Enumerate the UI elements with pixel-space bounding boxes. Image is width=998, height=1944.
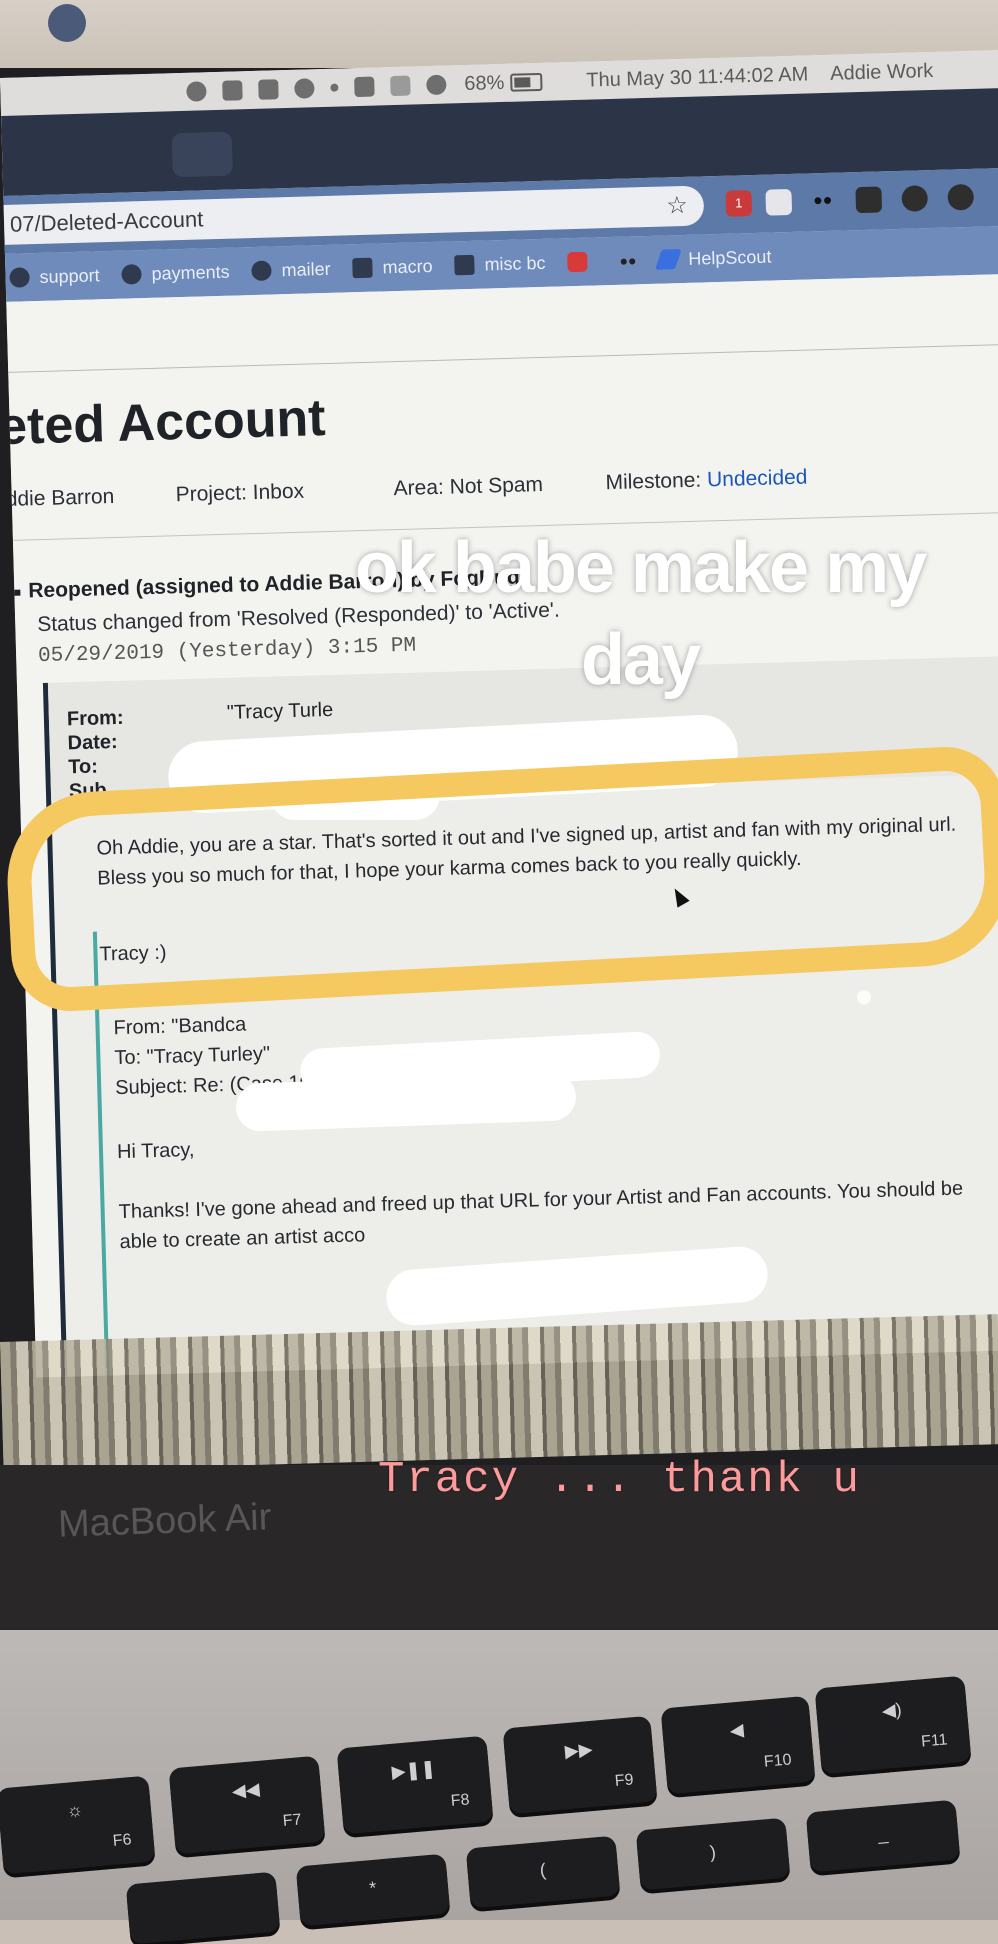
battery-percent[interactable]: 68% [464, 71, 505, 95]
headphones-icon[interactable] [186, 81, 207, 102]
play-pause-icon: ▶❚❚ [390, 1758, 437, 1782]
reply-greeting: Hi Tracy, [116, 1138, 195, 1164]
bookmark-dots[interactable]: ●● [619, 252, 636, 268]
key-f8[interactable]: ▶❚❚ F8 [336, 1735, 494, 1835]
address-bar[interactable]: 07/Deleted-Account ☆ [3, 185, 705, 245]
clock[interactable]: Thu May 30 11:44:02 AM [586, 63, 809, 92]
bookmark-mailer[interactable]: mailer [251, 258, 331, 282]
record-dot-icon[interactable] [330, 83, 339, 92]
story-caption-bottom: Tracy ... thank u [378, 1455, 861, 1505]
globe-icon [121, 264, 142, 285]
quoted-from: From: "Bandca [113, 1013, 247, 1040]
url-text: 07/Deleted-Account [9, 206, 204, 237]
key-9[interactable]: ( [465, 1835, 621, 1909]
key-0[interactable]: ) [635, 1817, 791, 1891]
reply-line: Thanks! I've gone ahead and freed up tha… [118, 1177, 964, 1224]
dots-extension-icon[interactable]: ●● [809, 188, 836, 215]
asterisk-icon: * [368, 1877, 378, 1899]
screen-glare [856, 990, 872, 1005]
globe-icon [251, 260, 272, 282]
user-name[interactable]: Addie Work [830, 59, 934, 85]
tab-favicon[interactable] [171, 131, 233, 178]
divider [8, 342, 998, 373]
case-assignee[interactable]: ddie Barron [5, 485, 114, 512]
extension3-icon[interactable] [901, 185, 929, 212]
globe-icon [9, 267, 30, 288]
bookmark-misc-bc[interactable]: misc bc [454, 252, 546, 276]
paren-icon: ) [708, 1841, 717, 1863]
helpscout-icon [655, 249, 682, 270]
paren-icon: ( [538, 1859, 547, 1881]
date-label: Date: [67, 730, 118, 755]
underscore-icon: _ [876, 1823, 889, 1845]
key-f11[interactable]: ◀) F11 [814, 1675, 972, 1775]
case-milestone[interactable]: Milestone: Undecided [605, 466, 808, 496]
extension-icon[interactable]: 1 [725, 190, 753, 217]
screen-reflection [0, 1314, 998, 1472]
quoted-to: To: "Tracy Turley" [114, 1042, 271, 1070]
command-icon[interactable] [258, 79, 279, 100]
bookmark-support[interactable]: support [9, 265, 100, 289]
red-app-icon [567, 251, 588, 273]
bookmark-star-icon[interactable]: ☆ [666, 186, 689, 227]
extension2-icon[interactable] [855, 186, 883, 214]
bookmark-helpscout[interactable]: HelpScout [655, 246, 772, 270]
reply-line: able to create an artist acco [119, 1224, 366, 1254]
fast-forward-icon: ▶▶ [564, 1738, 594, 1762]
grid-icon[interactable] [354, 76, 375, 98]
key-f9[interactable]: ▶▶ F9 [502, 1715, 658, 1815]
rewind-icon: ◀◀ [231, 1778, 261, 1802]
laptop-screen: 68% Thu May 30 11:44:02 AM Addie Work 07… [0, 50, 998, 1378]
case-project[interactable]: Project: Inbox [175, 480, 304, 508]
volume-down-icon: ◀) [880, 1699, 903, 1721]
wall-decoration [48, 4, 86, 42]
bookmark-macro[interactable]: macro [352, 256, 433, 279]
key-f6[interactable]: ☼ F6 [0, 1775, 156, 1875]
pocket-icon[interactable] [765, 188, 793, 216]
laptop-brand: MacBook Air [57, 1496, 272, 1546]
story-caption-top: ok babe make my day [354, 528, 927, 700]
brightness-icon: ☼ [65, 1799, 84, 1821]
mute-icon: ◀ [728, 1719, 745, 1741]
dots-icon: ●● [619, 252, 637, 269]
shield-icon[interactable] [947, 183, 975, 211]
case-area[interactable]: Area: Not Spam [393, 473, 543, 501]
menu-extras [186, 74, 447, 102]
battery-icon[interactable] [510, 72, 543, 92]
keyboard-deck: ☼ F6 ◀◀ F7 ▶❚❚ F8 ▶▶ F9 ◀ F10 ◀) F11 * ( ) _ [0, 1630, 998, 1944]
bluetooth-icon[interactable] [390, 75, 411, 97]
flag-icon [352, 257, 373, 279]
folder-icon [454, 254, 475, 276]
to-label: To: [67, 755, 99, 779]
key-8[interactable] [125, 1871, 281, 1944]
extension-badge: 1 [734, 195, 743, 211]
key-f7[interactable]: ◀◀ F7 [168, 1755, 326, 1855]
key-asterisk[interactable]: * [295, 1853, 451, 1927]
from-label: From: [66, 706, 124, 731]
bookmark-red-app[interactable] [567, 251, 598, 273]
page-title: leted Account [0, 389, 327, 457]
bookmark-payments[interactable]: payments [121, 261, 230, 285]
event-bullet [14, 589, 21, 596]
wifi-icon[interactable] [426, 74, 447, 96]
key-f10[interactable]: ◀ F10 [660, 1695, 816, 1795]
mouse-icon[interactable] [222, 80, 243, 101]
key-minus[interactable]: _ [805, 1799, 961, 1873]
do-not-disturb-icon[interactable] [294, 78, 315, 99]
